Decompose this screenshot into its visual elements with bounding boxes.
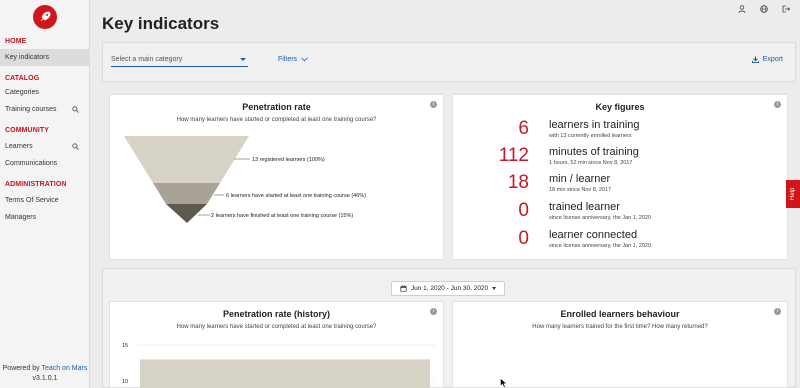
export-button[interactable]: Export bbox=[751, 56, 783, 63]
caret-down-icon bbox=[240, 58, 246, 61]
user-icon[interactable] bbox=[738, 5, 746, 13]
chevron-down-icon bbox=[301, 57, 308, 62]
funnel-level-started bbox=[153, 183, 220, 204]
main-category-select[interactable]: Select a main category bbox=[111, 55, 248, 67]
key-figure-sub: 18 min since Nov 8, 2017 bbox=[549, 187, 612, 193]
sidebar-footer: Powered by Teach on Mars v3.1.0.1 bbox=[0, 364, 90, 384]
sidebar-section-community: COMMUNITY bbox=[5, 127, 50, 134]
key-figure-row: 112 minutes of training 1 hours, 52 min … bbox=[453, 146, 787, 172]
key-figures-card: i Key figures 6 learners in training wit… bbox=[452, 94, 788, 260]
penetration-history-card: i Penetration rate (history) How many le… bbox=[109, 301, 444, 388]
globe-icon[interactable] bbox=[760, 5, 768, 13]
sidebar-section-administration: ADMINISTRATION bbox=[5, 181, 67, 188]
enrolled-learners-title: Enrolled learners behaviour bbox=[560, 309, 680, 319]
sidebar-item-learners[interactable]: Learners bbox=[0, 138, 89, 155]
sidebar-item-label: Training courses bbox=[5, 106, 57, 113]
penetration-rate-title: Penetration rate bbox=[242, 102, 311, 112]
y-tick-label: 15 bbox=[122, 343, 128, 349]
sidebar-item-key-indicators[interactable]: Key indicators bbox=[0, 49, 89, 66]
help-tab[interactable]: Help bbox=[786, 180, 800, 208]
funnel-label-registered: 13 registered learners (100%) bbox=[252, 157, 325, 163]
sidebar-item-label: Key indicators bbox=[5, 54, 49, 61]
sidebar-item-label: Communications bbox=[5, 160, 58, 167]
info-icon[interactable]: i bbox=[774, 308, 781, 315]
sidebar-item-label: Learners bbox=[5, 143, 33, 150]
key-figure-value: 6 bbox=[518, 118, 529, 139]
powered-by-text: Powered by bbox=[2, 365, 40, 372]
enrolled-learners-card: i Enrolled learners behaviour How many l… bbox=[452, 301, 788, 388]
sidebar-section-catalog: CATALOG bbox=[5, 75, 40, 82]
funnel-chart: 13 registered learners (100%) 6 learners… bbox=[124, 136, 366, 223]
y-tick-label: 10 bbox=[122, 379, 128, 385]
funnel-level-finished bbox=[166, 204, 207, 223]
page-title: Key indicators bbox=[102, 14, 220, 33]
download-icon bbox=[751, 56, 759, 63]
penetration-history-chart: 15 10 bbox=[122, 343, 435, 388]
date-range-button[interactable]: Jun 1, 2020 - Jun 30, 2020 bbox=[391, 281, 505, 296]
funnel-label-started: 6 learners have started at least one tra… bbox=[226, 193, 366, 199]
penetration-history-title: Penetration rate (history) bbox=[222, 309, 331, 319]
brand-link[interactable]: Teach on Mars bbox=[41, 365, 87, 372]
main-category-placeholder: Select a main category bbox=[111, 56, 183, 63]
sidebar-item-communications[interactable]: Communications bbox=[0, 155, 89, 172]
key-figure-sub: since license anniversary, the Jan 1, 20… bbox=[549, 243, 652, 249]
info-icon[interactable]: i bbox=[774, 101, 781, 108]
key-figure-value: 0 bbox=[518, 228, 529, 249]
key-figure-label: learners in training bbox=[549, 119, 640, 131]
penetration-rate-subtitle: How many learners have started or comple… bbox=[176, 117, 377, 123]
rocket-logo-icon[interactable] bbox=[32, 5, 57, 29]
sidebar-item-label: Terms Of Service bbox=[5, 197, 59, 204]
key-figures-title: Key figures bbox=[595, 102, 645, 112]
filter-bar: Select a main category Filters Export bbox=[102, 42, 796, 82]
info-icon[interactable]: i bbox=[430, 308, 437, 315]
filters-button[interactable]: Filters bbox=[278, 56, 308, 63]
sidebar-item-terms-of-service[interactable]: Terms Of Service bbox=[0, 192, 89, 209]
key-figure-value: 112 bbox=[498, 145, 529, 166]
sidebar-item-categories[interactable]: Categories bbox=[0, 84, 89, 101]
key-figure-sub: since license anniversary, the Jan 1, 20… bbox=[549, 215, 652, 221]
penetration-history-subtitle: How many learners have started or comple… bbox=[176, 324, 377, 330]
key-figure-sub: with 13 currently enrolled learners bbox=[549, 133, 632, 139]
search-icon[interactable] bbox=[72, 106, 79, 113]
history-area-series bbox=[140, 359, 430, 388]
calendar-icon bbox=[400, 285, 407, 292]
filters-label: Filters bbox=[278, 56, 298, 63]
enrolled-learners-subtitle: How many learners trained for the first … bbox=[532, 324, 708, 330]
key-figure-row: 18 min / learner 18 min since Nov 8, 201… bbox=[453, 173, 787, 199]
key-figure-row: 6 learners in training with 13 currently… bbox=[453, 119, 787, 145]
mouse-cursor-icon bbox=[500, 378, 508, 388]
logout-icon[interactable] bbox=[782, 5, 790, 13]
penetration-rate-card: i Penetration rate How many learners hav… bbox=[109, 94, 444, 260]
key-figure-label: trained learner bbox=[549, 201, 620, 213]
export-label: Export bbox=[762, 56, 783, 63]
sidebar: HOME Key indicators CATALOG Categories T… bbox=[0, 0, 90, 388]
funnel-label-finished: 2 learners have finished at least one tr… bbox=[211, 213, 353, 219]
search-icon[interactable] bbox=[72, 143, 79, 150]
sidebar-item-label: Managers bbox=[5, 214, 37, 221]
key-figure-row: 0 learner connected since license annive… bbox=[453, 229, 787, 255]
funnel-level-registered bbox=[124, 136, 249, 183]
date-range-label: Jun 1, 2020 - Jun 30, 2020 bbox=[410, 285, 489, 292]
key-figure-label: learner connected bbox=[549, 229, 638, 241]
key-figure-label: minutes of training bbox=[549, 146, 639, 158]
key-figure-value: 18 bbox=[507, 172, 529, 193]
sidebar-item-managers[interactable]: Managers bbox=[0, 209, 89, 226]
info-icon[interactable]: i bbox=[430, 101, 437, 108]
key-figure-sub: 1 hours, 52 min since Nov 8, 2017 bbox=[549, 160, 633, 166]
key-figure-row: 0 trained learner since license annivers… bbox=[453, 201, 787, 227]
sidebar-item-label: Categories bbox=[5, 89, 39, 96]
key-figure-label: min / learner bbox=[549, 173, 611, 185]
caret-down-icon bbox=[492, 287, 497, 290]
top-toolbar bbox=[738, 5, 790, 13]
key-figure-value: 0 bbox=[518, 200, 529, 221]
sidebar-section-home: HOME bbox=[5, 38, 27, 45]
version-text: v3.1.0.1 bbox=[32, 375, 58, 382]
sidebar-item-training-courses[interactable]: Training courses bbox=[0, 101, 89, 118]
